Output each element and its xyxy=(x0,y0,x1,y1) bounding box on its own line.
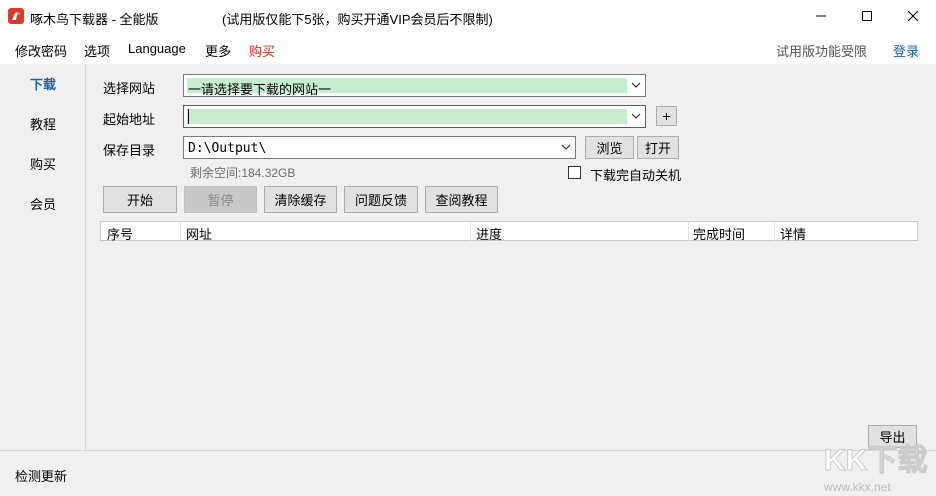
maximize-button[interactable] xyxy=(844,0,890,32)
column-divider[interactable] xyxy=(180,222,181,241)
close-icon xyxy=(907,10,919,22)
woodpecker-app-icon xyxy=(8,8,24,24)
title-bar: 啄木鸟下载器 - 全能版 (试用版仅能下5张，购买开通VIP会员后不限制) xyxy=(0,0,936,32)
save-dir-label: 保存目录 xyxy=(103,143,156,158)
watermark-url: www.kkx.net xyxy=(823,480,891,494)
minimize-button[interactable] xyxy=(798,0,844,32)
column-header-index[interactable]: 序号 xyxy=(107,224,133,243)
shutdown-checkbox[interactable] xyxy=(568,166,581,179)
site-select[interactable]: 一请选择要下载的网站一 xyxy=(183,74,646,97)
view-tutorial-button[interactable]: 查阅教程 xyxy=(425,186,498,213)
column-header-url[interactable]: 网址 xyxy=(186,224,212,243)
feedback-button[interactable]: 问题反馈 xyxy=(344,186,418,213)
shutdown-label[interactable]: 下载完自动关机 xyxy=(590,165,681,184)
start-address-input[interactable] xyxy=(183,105,646,128)
menu-more[interactable]: 更多 xyxy=(205,41,231,60)
minimize-icon xyxy=(816,15,826,17)
column-header-finish-time[interactable]: 完成时间 xyxy=(693,224,745,243)
start-button[interactable]: 开始 xyxy=(103,186,177,213)
login-link[interactable]: 登录 xyxy=(893,41,919,60)
open-button[interactable]: 打开 xyxy=(637,136,679,159)
save-dir-select[interactable]: D:\Output\ xyxy=(183,136,576,159)
pause-button[interactable]: 暂停 xyxy=(184,186,257,213)
kk-download-watermark: KK下载 www.kkx.net xyxy=(823,444,928,495)
nav-member[interactable]: 会员 xyxy=(0,194,86,213)
chevron-down-icon xyxy=(561,144,571,150)
site-select-value: 一请选择要下载的网站一 xyxy=(188,82,332,97)
free-space-label: 剩余空间:184.32GB xyxy=(190,166,296,180)
maximize-icon xyxy=(862,11,872,21)
start-address-highlight xyxy=(187,109,627,124)
column-header-details[interactable]: 详情 xyxy=(780,224,806,243)
column-divider[interactable] xyxy=(774,222,775,241)
clear-cache-button[interactable]: 清除缓存 xyxy=(264,186,337,213)
save-dir-value: D:\Output\ xyxy=(188,141,267,156)
status-bar: 检测更新 xyxy=(0,450,936,496)
browse-button[interactable]: 浏览 xyxy=(585,136,634,159)
chevron-down-icon xyxy=(631,113,641,119)
column-header-progress[interactable]: 进度 xyxy=(476,224,502,243)
site-label: 选择网站 xyxy=(103,81,156,96)
nav-buy[interactable]: 购买 xyxy=(0,154,86,173)
column-divider[interactable] xyxy=(688,222,689,241)
download-table[interactable]: 序号 网址 进度 完成时间 详情 xyxy=(100,221,918,450)
menu-options[interactable]: 选项 xyxy=(84,41,110,60)
menu-buy[interactable]: 购买 xyxy=(249,41,275,60)
check-update-link[interactable]: 检测更新 xyxy=(15,466,67,485)
trial-limit-label: 试用版功能受限 xyxy=(776,44,868,59)
menu-change-password[interactable]: 修改密码 xyxy=(15,41,67,60)
watermark-text: KK下载 xyxy=(824,444,927,477)
start-address-label: 起始地址 xyxy=(103,112,156,127)
add-url-button[interactable]: + xyxy=(656,106,677,126)
nav-download[interactable]: 下载 xyxy=(0,74,86,93)
window-title: 啄木鸟下载器 - 全能版 xyxy=(30,12,159,27)
left-nav: 下载 教程 购买 会员 xyxy=(0,64,86,450)
close-button[interactable] xyxy=(890,0,936,32)
table-header: 序号 网址 进度 完成时间 详情 xyxy=(100,221,918,243)
chevron-down-icon xyxy=(631,82,641,88)
menu-language[interactable]: Language xyxy=(128,41,186,56)
text-caret xyxy=(188,109,189,124)
trial-note: (试用版仅能下5张，购买开通VIP会员后不限制) xyxy=(222,12,493,27)
menu-bar: 修改密码 选项 Language 更多 购买 试用版功能受限 登录 xyxy=(0,32,936,64)
column-divider[interactable] xyxy=(470,222,471,241)
nav-tutorial[interactable]: 教程 xyxy=(0,114,86,133)
